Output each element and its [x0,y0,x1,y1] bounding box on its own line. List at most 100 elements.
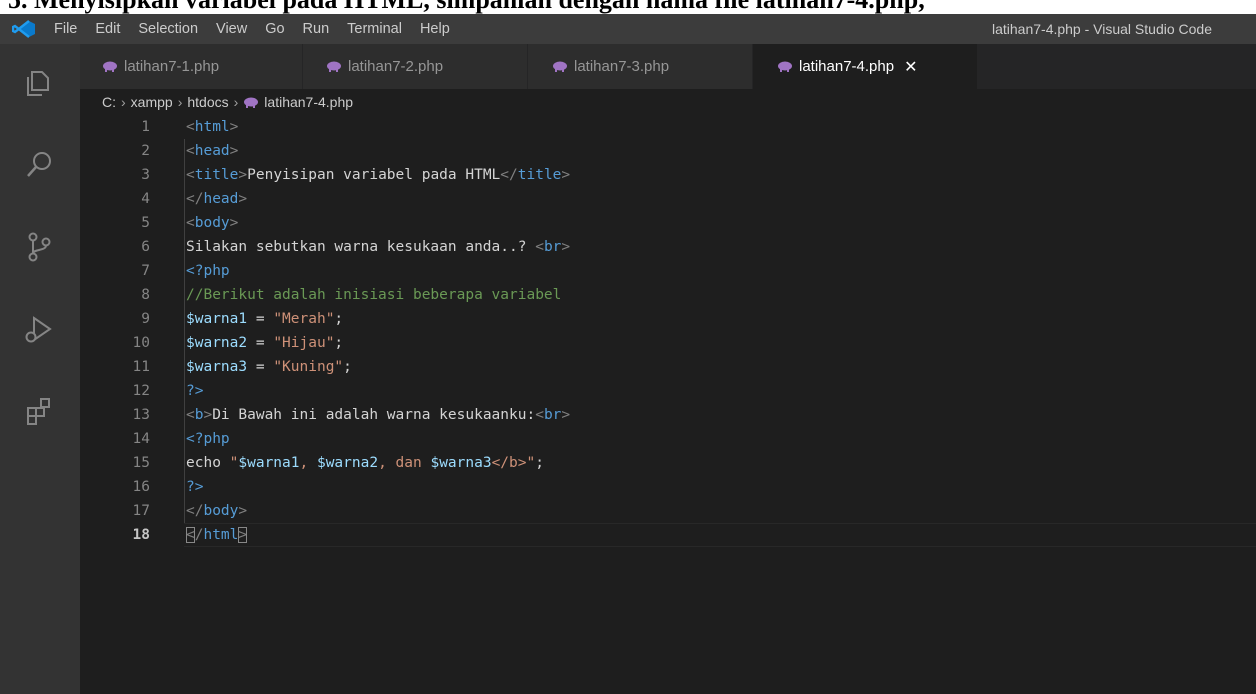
line-number: 6 [141,239,150,255]
extensions-icon[interactable] [20,392,58,430]
code-text: ?> [186,383,204,399]
tab-latihan7-3[interactable]: latihan7-3.php [528,44,752,89]
indent-guide [184,283,185,307]
code-line[interactable]: 18 </html> [80,523,1256,547]
menu-view[interactable]: View [216,21,247,37]
code-text: ?> [186,479,204,495]
chevron-right-icon: › [233,94,239,110]
chevron-right-icon: › [177,94,183,110]
vscode-logo-icon [12,20,35,38]
code-text: //Berikut adalah inisiasi beberapa varia… [186,287,562,303]
breadcrumb-item[interactable]: xampp [131,94,173,110]
indent-guide [184,139,185,163]
indent-guide [184,379,185,403]
indent-guide [184,235,185,259]
code-text: Silakan sebutkan warna kesukaan anda..? … [186,239,571,255]
line-number: 4 [141,191,150,207]
menu-terminal[interactable]: Terminal [347,21,402,37]
editor-area: latihan7-1.php latihan7-2.php latihan7-3… [80,44,1256,694]
line-number: 5 [141,215,150,231]
tab-label: latihan7-2.php [348,58,444,75]
menu-go[interactable]: Go [265,21,284,37]
indent-guide [184,355,185,379]
menu-run[interactable]: Run [303,21,330,37]
code-line[interactable]: 9 $warna1 = "Merah"; [80,307,1256,331]
line-number: 15 [132,455,150,471]
indent-guide [184,427,185,451]
code-text: <head> [186,143,239,159]
line-number: 12 [132,383,150,399]
menu-selection[interactable]: Selection [138,21,198,37]
php-file-icon [327,61,341,72]
breadcrumb-item[interactable]: latihan7-4.php [264,94,353,110]
code-text: <title>Penyisipan variabel pada HTML</ti… [186,167,571,183]
code-line[interactable]: 3 <title>Penyisipan variabel pada HTML</t… [80,163,1256,187]
document-heading: 5. Menyisipkan variabel pada HTML, simpa… [8,0,925,14]
indent-guide [184,475,185,499]
activity-bar [0,44,80,694]
code-line[interactable]: 8 //Berikut adalah inisiasi beberapa vari… [80,283,1256,307]
code-line[interactable]: 6 Silakan sebutkan warna kesukaan anda..?… [80,235,1256,259]
source-control-icon[interactable] [20,228,58,266]
indent-guide [184,259,185,283]
code-line[interactable]: 5 <body> [80,211,1256,235]
run-debug-icon[interactable] [20,310,58,348]
breadcrumb: C: › xampp › htdocs › latihan7-4.php [80,89,1256,115]
menu-bar: File Edit Selection View Go Run Terminal Help [54,14,468,44]
code-line[interactable]: 15 echo "$warna1, $warna2, dan $warna3</b… [80,451,1256,475]
indent-guide [184,499,185,523]
line-number: 16 [132,479,150,495]
indent-guide [184,211,185,235]
code-text: <b>Di Bawah ini adalah warna kesukaanku:… [186,407,571,423]
line-number: 14 [132,431,150,447]
code-editor[interactable]: 1 <html> 2 <head> 3 <title>Penyisipan variabe… [80,115,1256,547]
php-file-icon [103,61,117,72]
tab-label: latihan7-4.php [799,58,895,75]
tab-bar: latihan7-1.php latihan7-2.php latihan7-3… [80,44,1256,89]
code-line[interactable]: 10 $warna2 = "Hijau"; [80,331,1256,355]
vscode-window: File Edit Selection View Go Run Terminal Help l… [0,14,1256,694]
line-number: 3 [141,167,150,183]
menu-edit[interactable]: Edit [95,21,120,37]
chevron-right-icon: › [121,94,126,110]
line-number: 13 [132,407,150,423]
tab-label: latihan7-3.php [574,58,670,75]
code-line[interactable]: 14 <?php [80,427,1256,451]
code-line[interactable]: 13 <b>Di Bawah ini adalah warna kesukaank… [80,403,1256,427]
code-line[interactable]: 4 </head> [80,187,1256,211]
line-number: 9 [141,311,150,327]
code-text: <html> [186,119,239,135]
code-line[interactable]: 2 <head> [80,139,1256,163]
tab-latihan7-4[interactable]: latihan7-4.php ✕ [753,44,977,89]
menu-file[interactable]: File [54,21,77,37]
code-text: $warna1 = "Merah"; [186,311,344,327]
code-text: $warna2 = "Hijau"; [186,335,344,351]
line-number: 18 [132,527,150,543]
code-text: echo "$warna1, $warna2, dan $warna3</b>"… [186,455,544,471]
line-number: 11 [132,359,150,375]
code-text: <body> [186,215,239,231]
code-line[interactable]: 11 $warna3 = "Kuning"; [80,355,1256,379]
code-line[interactable]: 17 </body> [80,499,1256,523]
document-heading-strip: 5. Menyisipkan variabel pada HTML, simpa… [0,0,1256,14]
code-line[interactable]: 16 ?> [80,475,1256,499]
code-line[interactable]: 1 <html> [80,115,1256,139]
code-line[interactable]: 12 ?> [80,379,1256,403]
tab-latihan7-1[interactable]: latihan7-1.php [80,44,302,89]
code-text: </head> [186,191,248,207]
php-file-icon [778,61,792,72]
tab-latihan7-2[interactable]: latihan7-2.php [303,44,527,89]
breadcrumb-item[interactable]: C: [102,94,116,110]
php-file-icon [553,61,567,72]
indent-guide [184,403,185,427]
explorer-icon[interactable] [20,64,58,102]
indent-guide [184,451,185,475]
menu-help[interactable]: Help [420,21,450,37]
code-text: <?php [186,431,230,447]
search-icon[interactable] [20,146,58,184]
code-text: </body> [186,503,248,519]
close-icon[interactable]: ✕ [904,57,917,77]
indent-guide [184,307,185,331]
breadcrumb-item[interactable]: htdocs [187,94,228,110]
code-line[interactable]: 7 <?php [80,259,1256,283]
